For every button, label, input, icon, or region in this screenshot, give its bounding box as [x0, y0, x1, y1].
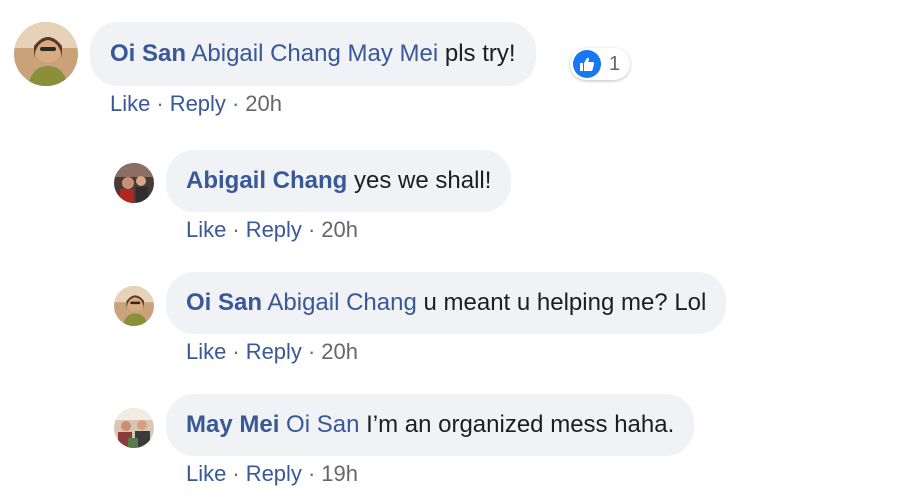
comment-bubble: May Mei Oi San I’m an organized mess hah… [166, 394, 695, 456]
timestamp[interactable]: 20h [321, 217, 358, 242]
reaction-badge[interactable]: 1 [570, 48, 631, 80]
comment-actions: Like · Reply · 20h [186, 339, 358, 365]
separator: · [307, 339, 316, 364]
mention-tag[interactable]: Abigail Chang [267, 289, 416, 316]
separator: · [156, 91, 164, 116]
comment-bubble: Abigail Chang yes we shall! [166, 150, 512, 212]
like-link[interactable]: Like [186, 217, 226, 242]
mention-tag[interactable]: Abigail Chang May Mei [191, 40, 438, 67]
profile-photo-icon [114, 286, 154, 326]
avatar[interactable] [14, 22, 78, 86]
comment-text: pls try! [444, 40, 516, 67]
reply-link[interactable]: Reply [170, 91, 226, 116]
mention-tag[interactable]: Oi San [286, 411, 359, 438]
avatar[interactable] [114, 286, 154, 326]
timestamp[interactable]: 20h [321, 339, 358, 364]
comment-bubble: Oi San Abigail Chang May Mei pls try! [90, 22, 536, 86]
separator: · [232, 461, 240, 486]
like-thumbs-up-icon [573, 50, 601, 78]
comment-author[interactable]: May Mei [186, 411, 279, 438]
comment-actions: Like · Reply · 20h [110, 91, 282, 117]
separator: · [232, 217, 240, 242]
reply-link[interactable]: Reply [246, 461, 302, 486]
profile-photo-icon [114, 163, 154, 203]
reply-link[interactable]: Reply [246, 339, 302, 364]
comment-author[interactable]: Oi San [110, 40, 186, 67]
comment-author[interactable]: Abigail Chang [186, 167, 347, 194]
comment-bubble: Oi San Abigail Chang u meant u helping m… [166, 272, 727, 334]
comment-actions: Like · Reply · 20h [186, 217, 358, 243]
separator: · [307, 217, 316, 242]
separator: · [232, 339, 240, 364]
like-link[interactable]: Like [110, 91, 150, 116]
avatar[interactable] [114, 408, 154, 448]
reply-link[interactable]: Reply [246, 217, 302, 242]
timestamp[interactable]: 19h [321, 461, 358, 486]
comment-text: u meant u helping me? Lol [423, 289, 707, 316]
like-link[interactable]: Like [186, 461, 226, 486]
comment-actions: Like · Reply · 19h [186, 461, 358, 487]
separator: · [307, 461, 316, 486]
comment-text: yes we shall! [354, 167, 492, 194]
profile-photo-icon [14, 22, 78, 86]
separator: · [231, 91, 240, 116]
comment-author[interactable]: Oi San [186, 289, 262, 316]
profile-photo-icon [114, 408, 154, 448]
reaction-count: 1 [609, 52, 621, 75]
comment-text: I’m an organized mess haha. [366, 411, 675, 438]
like-link[interactable]: Like [186, 339, 226, 364]
avatar[interactable] [114, 163, 154, 203]
timestamp[interactable]: 20h [245, 91, 282, 116]
